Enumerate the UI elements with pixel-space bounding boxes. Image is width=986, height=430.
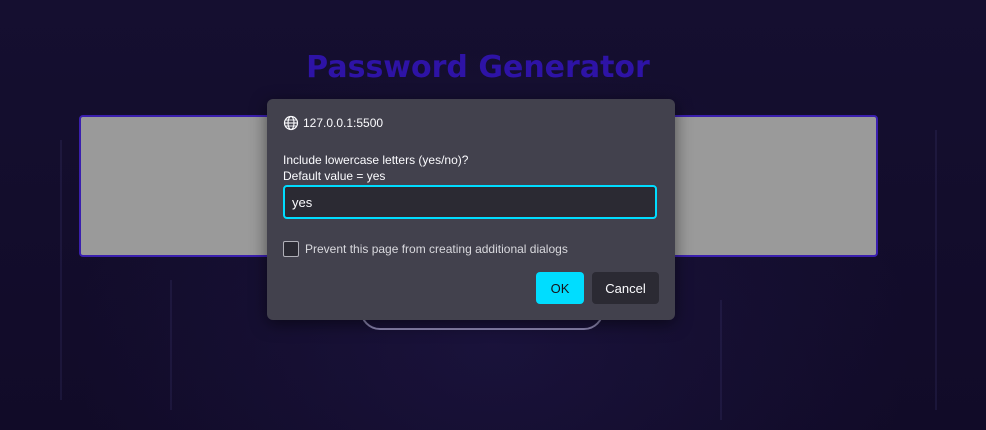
- dialog-origin-text: 127.0.0.1:5500: [303, 116, 384, 130]
- dialog-message-line1: Include lowercase letters (yes/no)?: [283, 153, 469, 167]
- prevent-dialogs-checkbox[interactable]: [283, 241, 299, 257]
- dialog-message: Include lowercase letters (yes/no)? Defa…: [283, 152, 468, 184]
- dialog-message-line2: Default value = yes: [283, 169, 386, 183]
- prevent-dialogs-label: Prevent this page from creating addition…: [305, 242, 568, 256]
- prompt-input[interactable]: [283, 185, 657, 219]
- page: Password Generator 127.0.0.1:5500 Includ…: [0, 0, 986, 430]
- prevent-dialogs-row[interactable]: Prevent this page from creating addition…: [283, 241, 568, 257]
- globe-icon: [283, 115, 299, 131]
- cancel-button[interactable]: Cancel: [592, 272, 659, 304]
- prompt-dialog: 127.0.0.1:5500 Include lowercase letters…: [267, 99, 675, 320]
- dialog-origin: 127.0.0.1:5500: [283, 115, 383, 131]
- ok-button[interactable]: OK: [536, 272, 584, 304]
